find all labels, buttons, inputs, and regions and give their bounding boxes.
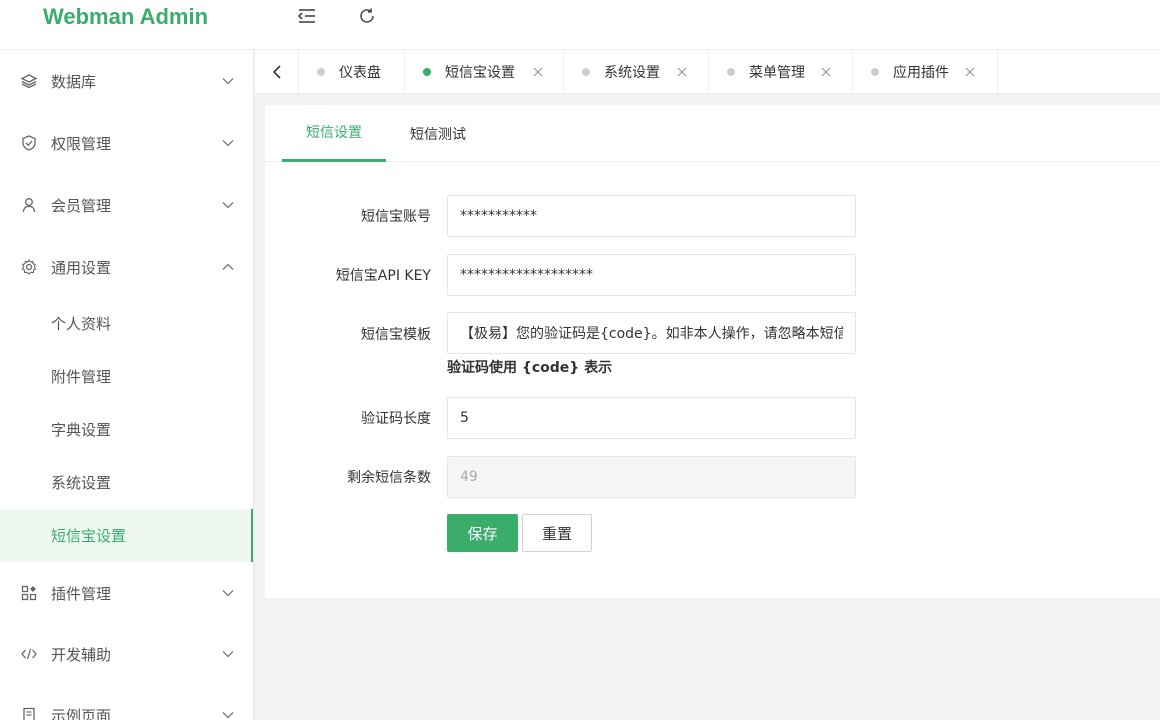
settings-subtabs: 短信设置 短信测试 [265,105,1160,162]
tab-label: 菜单管理 [749,65,805,81]
gear-icon [21,259,37,275]
sidebar-subitem-system-settings[interactable]: 系统设置 [0,456,253,509]
code-length-input[interactable] [447,397,856,439]
chevron-down-icon [220,585,236,601]
sidebar-subitem-profile[interactable]: 个人资料 [0,297,253,350]
sidebar-item-label: 开发辅助 [51,645,112,664]
tab-app-plugins[interactable]: 应用插件 [853,50,998,94]
reset-button[interactable]: 重置 [522,514,592,552]
database-icon [21,73,37,89]
close-icon[interactable] [820,66,832,78]
remaining-count-input [447,456,856,498]
template-hint: 验证码使用 {code} 表示 [447,360,613,376]
tab-label: 系统设置 [604,65,660,81]
sidebar-item-label: 会员管理 [51,196,112,215]
plugin-icon [21,585,37,601]
sidebar-item-label: 插件管理 [51,584,112,603]
content-panel: 短信设置 短信测试 短信宝账号 短信宝API KEY 短信宝模板 验证码使用 {… [265,105,1160,598]
sidebar-item-dev-tools[interactable]: 开发辅助 [0,623,253,685]
code-length-label: 验证码长度 [361,411,431,427]
tab-menu-management[interactable]: 菜单管理 [709,50,853,94]
tab-status-dot [317,68,325,76]
tab-label: 应用插件 [893,65,949,81]
save-button[interactable]: 保存 [447,514,518,552]
chevron-down-icon [220,646,236,662]
sidebar-subitem-dictionary[interactable]: 字典设置 [0,403,253,456]
sidebar-subitem-label: 短信宝设置 [51,527,127,545]
tab-status-dot [582,68,590,76]
sidebar-item-database[interactable]: 数据库 [0,50,253,112]
code-icon [21,646,37,662]
user-icon [21,197,37,213]
chevron-down-icon [220,135,236,151]
chevron-left-icon [272,65,282,79]
api-key-input[interactable] [447,254,856,296]
chevron-up-icon [220,259,236,275]
refresh-icon[interactable] [357,6,377,26]
sidebar-subitem-label: 个人资料 [51,315,112,333]
tabs-scroll-left-button[interactable] [255,50,299,94]
menu-fold-icon[interactable] [297,6,317,26]
sidebar-item-label: 权限管理 [51,134,112,153]
tab-label: 仪表盘 [339,65,381,81]
subtab-sms-test[interactable]: 短信测试 [386,105,490,162]
tab-status-dot [871,68,879,76]
account-input[interactable] [447,195,856,237]
sidebar-subitem-label: 附件管理 [51,368,112,386]
sidebar: 数据库 权限管理 会员管理 通用设置 个人资料 附件管理 字典设置 系统设置 短… [0,50,254,720]
sidebar-item-label: 通用设置 [51,258,112,277]
sidebar-subitem-label: 系统设置 [51,474,112,492]
sidebar-item-label: 示例页面 [51,706,112,720]
sidebar-item-general-settings[interactable]: 通用设置 [0,236,253,298]
page-icon [21,707,37,720]
sidebar-item-permissions[interactable]: 权限管理 [0,112,253,174]
shield-icon [21,135,37,151]
close-icon[interactable] [532,66,544,78]
chevron-down-icon [220,73,236,89]
app-logo: Webman Admin [43,4,209,29]
tab-label: 短信宝设置 [445,65,515,81]
page-tabs-bar: 仪表盘 短信宝设置 系统设置 菜单管理 应用插件 [255,50,1160,94]
sidebar-item-label: 数据库 [51,72,97,91]
tab-status-dot [727,68,735,76]
remaining-count-label: 剩余短信条数 [347,470,431,486]
top-header: Webman Admin [0,0,1160,50]
template-input[interactable] [447,312,856,354]
subtab-sms-settings[interactable]: 短信设置 [282,105,386,162]
api-key-label: 短信宝API KEY [335,268,431,284]
tab-status-dot [423,68,431,76]
sidebar-item-example-pages[interactable]: 示例页面 [0,684,253,720]
tab-system-settings[interactable]: 系统设置 [564,50,709,94]
chevron-down-icon [220,197,236,213]
sidebar-item-members[interactable]: 会员管理 [0,174,253,236]
close-icon[interactable] [964,66,976,78]
tab-sms-settings[interactable]: 短信宝设置 [405,50,564,94]
sidebar-subitem-label: 字典设置 [51,421,112,439]
tab-dashboard[interactable]: 仪表盘 [299,50,405,94]
sidebar-subitem-sms-settings[interactable]: 短信宝设置 [0,509,253,562]
template-label: 短信宝模板 [361,327,431,343]
sidebar-item-plugins[interactable]: 插件管理 [0,562,253,624]
chevron-down-icon [220,707,236,720]
account-label: 短信宝账号 [361,209,431,225]
close-icon[interactable] [676,66,688,78]
sidebar-subitem-attachments[interactable]: 附件管理 [0,350,253,403]
